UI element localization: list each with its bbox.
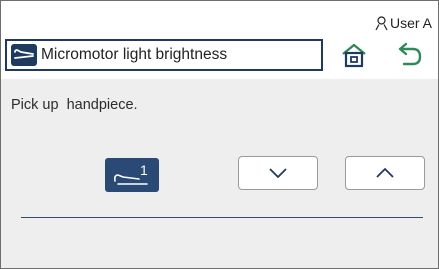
page-title-box: Micromotor light brightness [5,39,323,71]
decrease-button[interactable] [238,156,318,190]
user-name: User A [389,15,432,31]
chevron-up-icon [376,168,394,178]
divider [21,217,423,218]
increase-button[interactable] [345,156,425,190]
back-button[interactable] [385,39,435,71]
user-indicator: User A [375,15,432,31]
chevron-down-icon [269,168,287,178]
micromotor-icon [11,44,37,66]
main-panel: Pick up handpiece. 1 [1,79,438,268]
page-title: Micromotor light brightness [41,46,228,63]
home-icon [342,43,366,68]
home-button[interactable] [329,39,379,71]
header: User A Micromotor light brightness [1,1,438,79]
handpiece-indicator: 1 [105,158,159,192]
instruction-text: Pick up handpiece. [11,97,138,113]
back-arrow-icon [398,42,422,66]
user-icon [375,15,388,30]
handpiece-number: 1 [140,162,148,178]
screen: User A Micromotor light brightness Pick … [0,0,439,269]
handpiece-icon: 1 [114,162,148,185]
